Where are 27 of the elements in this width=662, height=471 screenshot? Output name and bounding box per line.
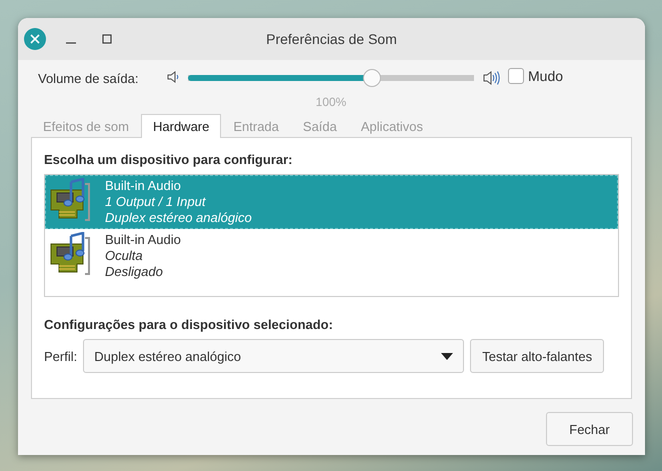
volume-label: Volume de saída: <box>38 71 140 86</box>
dropdown-arrow-icon <box>441 352 454 360</box>
mute-label: Mudo <box>528 68 564 84</box>
slider-handle[interactable] <box>363 69 382 87</box>
profile-dropdown[interactable]: Duplex estéreo analógico <box>83 339 464 373</box>
profile-label: Perfil: <box>44 348 78 364</box>
device-detail: 1 Output / 1 Input <box>105 194 207 210</box>
volume-reading: 100% <box>316 95 346 109</box>
test-speakers-button[interactable]: Testar alto-falantes <box>470 339 604 373</box>
device-detail: Duplex estéreo analógico <box>105 210 252 226</box>
tab[interactable]: Hardware <box>141 114 222 138</box>
device-detail: Oculta <box>105 248 144 264</box>
mute-checkbox[interactable] <box>508 68 524 84</box>
close-icon <box>30 34 40 44</box>
section-heading: Configurações para o dispositivo selecionado: <box>44 317 334 332</box>
minimize-icon <box>66 42 76 44</box>
device-detail: Desligado <box>105 264 164 280</box>
window-title: Preferências de Som <box>266 31 397 47</box>
section-heading: Escolha um dispositivo para configurar: <box>44 152 294 167</box>
speaker-high-icon <box>482 70 500 86</box>
close-dialog-button[interactable]: Fechar <box>546 412 633 446</box>
maximize-icon <box>102 34 112 44</box>
close-button[interactable] <box>24 28 46 50</box>
device-name: Built-in Audio <box>105 232 181 248</box>
device-row[interactable]: Built-in Audio Oculta Desligado <box>45 229 618 283</box>
device-name: Built-in Audio <box>105 178 182 194</box>
speaker-low-icon <box>166 70 180 84</box>
